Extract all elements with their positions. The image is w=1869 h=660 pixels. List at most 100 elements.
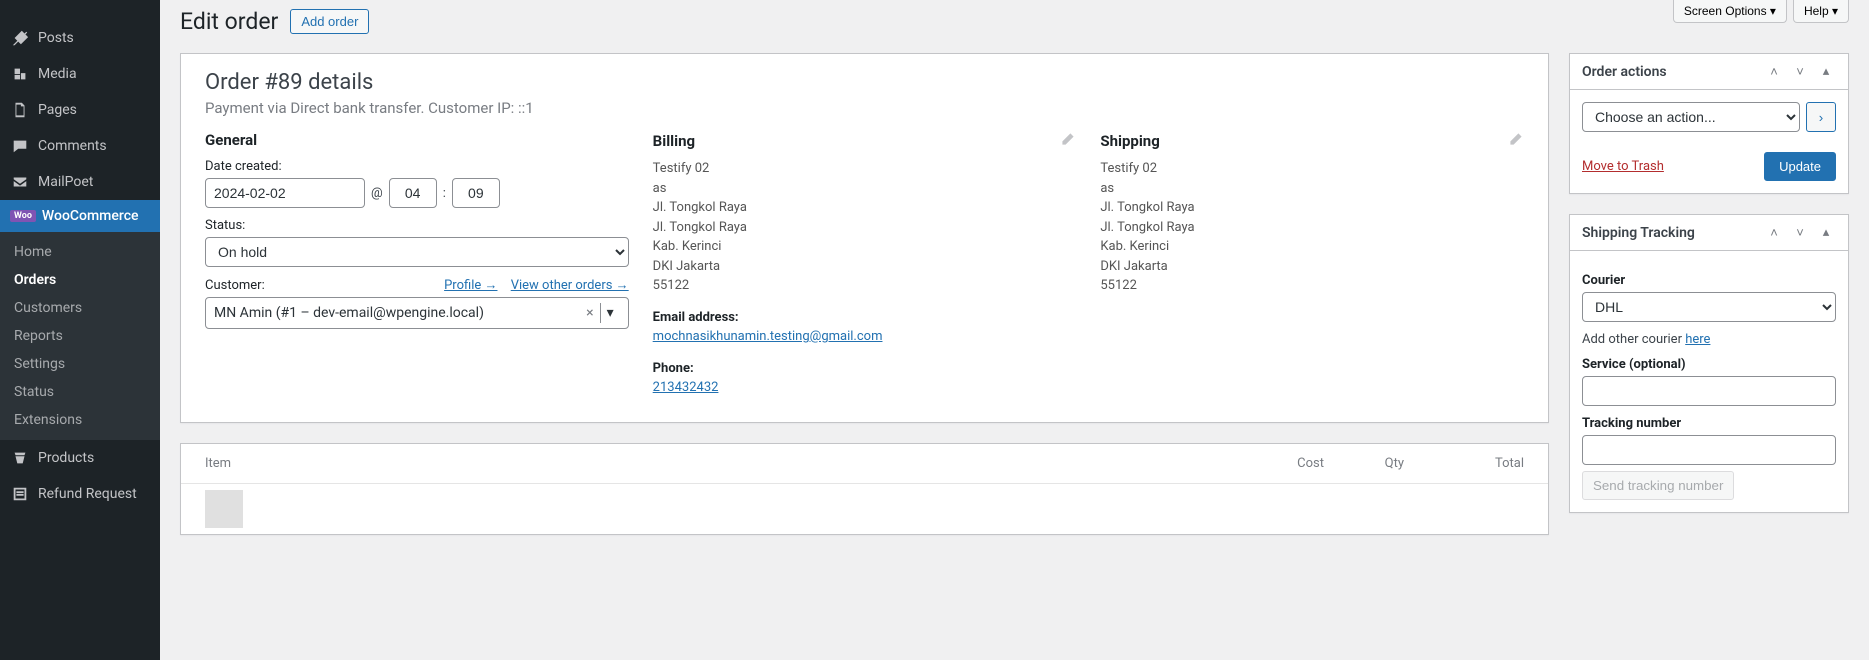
woo-icon: Woo bbox=[10, 210, 36, 222]
admin-sidebar: Posts Media Pages Comments MailPoet Woo … bbox=[0, 0, 160, 660]
add-order-button[interactable]: Add order bbox=[290, 9, 369, 34]
customer-label: Customer: bbox=[205, 278, 265, 293]
submenu-orders[interactable]: Orders bbox=[0, 266, 160, 294]
status-label: Status: bbox=[205, 218, 629, 233]
shipping-name: Testify 02 bbox=[1100, 159, 1524, 179]
phone-label: Phone: bbox=[653, 359, 1077, 379]
woocommerce-submenu: Home Orders Customers Reports Settings S… bbox=[0, 232, 160, 440]
mailpoet-icon bbox=[10, 172, 30, 192]
shipping-tracking-title: Shipping Tracking bbox=[1582, 225, 1695, 241]
page-header: Edit order Add order bbox=[180, 8, 1849, 35]
run-action-button[interactable]: › bbox=[1806, 102, 1836, 132]
sidebar-item-comments[interactable]: Comments bbox=[0, 128, 160, 164]
minute-input[interactable] bbox=[452, 178, 500, 208]
move-up-icon[interactable]: ˄ bbox=[1764, 62, 1784, 82]
chevron-down-icon[interactable]: ▾ bbox=[600, 303, 620, 323]
billing-email-link[interactable]: mochnasikhunamin.testing@gmail.com bbox=[653, 329, 883, 344]
move-down-icon[interactable]: ˅ bbox=[1790, 223, 1810, 243]
general-title: General bbox=[205, 131, 629, 149]
tab-label: Help bbox=[1804, 4, 1829, 18]
menu-label: WooCommerce bbox=[42, 208, 139, 224]
general-column: General Date created: @ : Status: On hol… bbox=[205, 131, 629, 398]
move-down-icon[interactable]: ˅ bbox=[1790, 62, 1810, 82]
add-other-courier-text: Add other courier here bbox=[1582, 332, 1836, 347]
date-created-label: Date created: bbox=[205, 159, 629, 174]
menu-label: Pages bbox=[38, 102, 77, 118]
submenu-status[interactable]: Status bbox=[0, 378, 160, 406]
billing-zip: 55122 bbox=[653, 276, 1077, 296]
item-thumbnail bbox=[205, 490, 243, 528]
items-table-header: Item Cost Qty Total bbox=[181, 444, 1548, 484]
sidebar-item-refund-request[interactable]: Refund Request bbox=[0, 476, 160, 512]
billing-state: DKI Jakarta bbox=[653, 257, 1077, 277]
menu-label: Products bbox=[38, 450, 94, 466]
page-title: Edit order bbox=[180, 8, 278, 35]
order-actions-title: Order actions bbox=[1582, 64, 1667, 80]
main-content: Screen Options ▾ Help ▾ Edit order Add o… bbox=[160, 0, 1869, 660]
products-icon bbox=[10, 448, 30, 468]
submenu-reports[interactable]: Reports bbox=[0, 322, 160, 350]
order-heading: Order #89 details bbox=[181, 54, 1548, 95]
status-select[interactable]: On hold bbox=[205, 237, 629, 267]
sidebar-item-media[interactable]: Media bbox=[0, 56, 160, 92]
billing-addr2: Jl. Tongkol Raya bbox=[653, 218, 1077, 238]
toggle-panel-icon[interactable]: ▴ bbox=[1816, 62, 1836, 82]
at-symbol: @ bbox=[371, 186, 383, 201]
billing-phone-link[interactable]: 213432432 bbox=[653, 380, 719, 395]
view-other-orders-link[interactable]: View other orders → bbox=[511, 278, 629, 293]
screen-options-tab[interactable]: Screen Options ▾ bbox=[1673, 0, 1787, 23]
menu-label: Comments bbox=[38, 138, 107, 154]
shipping-zip: 55122 bbox=[1100, 276, 1524, 296]
order-items-panel: Item Cost Qty Total bbox=[180, 443, 1549, 535]
submenu-settings[interactable]: Settings bbox=[0, 350, 160, 378]
move-up-icon[interactable]: ˄ bbox=[1764, 223, 1784, 243]
billing-addr1: Jl. Tongkol Raya bbox=[653, 198, 1077, 218]
hour-input[interactable] bbox=[389, 178, 437, 208]
profile-link[interactable]: Profile → bbox=[444, 278, 497, 293]
email-label: Email address: bbox=[653, 308, 1077, 328]
courier-select[interactable]: DHL bbox=[1582, 292, 1836, 322]
customer-select[interactable]: MN Amin (#1 – dev-email@wpengine.local) … bbox=[205, 297, 629, 329]
tracking-number-label: Tracking number bbox=[1582, 416, 1836, 431]
shipping-tracking-panel: Shipping Tracking ˄ ˅ ▴ Courier DHL Add … bbox=[1569, 214, 1849, 513]
tab-label: Screen Options bbox=[1684, 4, 1767, 18]
shipping-addr2: Jl. Tongkol Raya bbox=[1100, 218, 1524, 238]
customer-value: MN Amin (#1 – dev-email@wpengine.local) bbox=[214, 305, 484, 321]
service-input[interactable] bbox=[1582, 376, 1836, 406]
help-tab[interactable]: Help ▾ bbox=[1793, 0, 1849, 23]
pages-icon bbox=[10, 100, 30, 120]
date-input[interactable] bbox=[205, 178, 365, 208]
move-to-trash-link[interactable]: Move to Trash bbox=[1582, 159, 1664, 174]
edit-billing-icon[interactable] bbox=[1060, 131, 1076, 151]
sidebar-item-products[interactable]: Products bbox=[0, 440, 160, 476]
clear-customer-icon[interactable]: × bbox=[580, 305, 599, 321]
sidebar-item-mailpoet[interactable]: MailPoet bbox=[0, 164, 160, 200]
sidebar-item-posts[interactable]: Posts bbox=[0, 20, 160, 56]
billing-line2: as bbox=[653, 179, 1077, 199]
edit-shipping-icon[interactable] bbox=[1508, 131, 1524, 151]
order-action-select[interactable]: Choose an action... bbox=[1582, 102, 1800, 132]
shipping-state: DKI Jakarta bbox=[1100, 257, 1524, 277]
billing-name: Testify 02 bbox=[653, 159, 1077, 179]
order-actions-panel: Order actions ˄ ˅ ▴ Choose an action... … bbox=[1569, 53, 1849, 194]
comments-icon bbox=[10, 136, 30, 156]
submenu-extensions[interactable]: Extensions bbox=[0, 406, 160, 434]
add-other-courier-link[interactable]: here bbox=[1685, 332, 1710, 347]
media-icon bbox=[10, 64, 30, 84]
courier-label: Courier bbox=[1582, 273, 1836, 288]
sidebar-item-woocommerce[interactable]: Woo WooCommerce bbox=[0, 200, 160, 232]
shipping-column: Shipping Testify 02 as Jl. Tongkol Raya … bbox=[1100, 131, 1524, 398]
send-tracking-button[interactable]: Send tracking number bbox=[1582, 471, 1734, 500]
submenu-customers[interactable]: Customers bbox=[0, 294, 160, 322]
service-label: Service (optional) bbox=[1582, 357, 1836, 372]
col-qty: Qty bbox=[1324, 456, 1404, 471]
update-button[interactable]: Update bbox=[1764, 152, 1836, 181]
sidebar-item-pages[interactable]: Pages bbox=[0, 92, 160, 128]
tracking-number-input[interactable] bbox=[1582, 435, 1836, 465]
refund-icon bbox=[10, 484, 30, 504]
submenu-home[interactable]: Home bbox=[0, 238, 160, 266]
billing-city: Kab. Kerinci bbox=[653, 237, 1077, 257]
pin-icon bbox=[10, 28, 30, 48]
shipping-title: Shipping bbox=[1100, 132, 1159, 150]
toggle-panel-icon[interactable]: ▴ bbox=[1816, 223, 1836, 243]
